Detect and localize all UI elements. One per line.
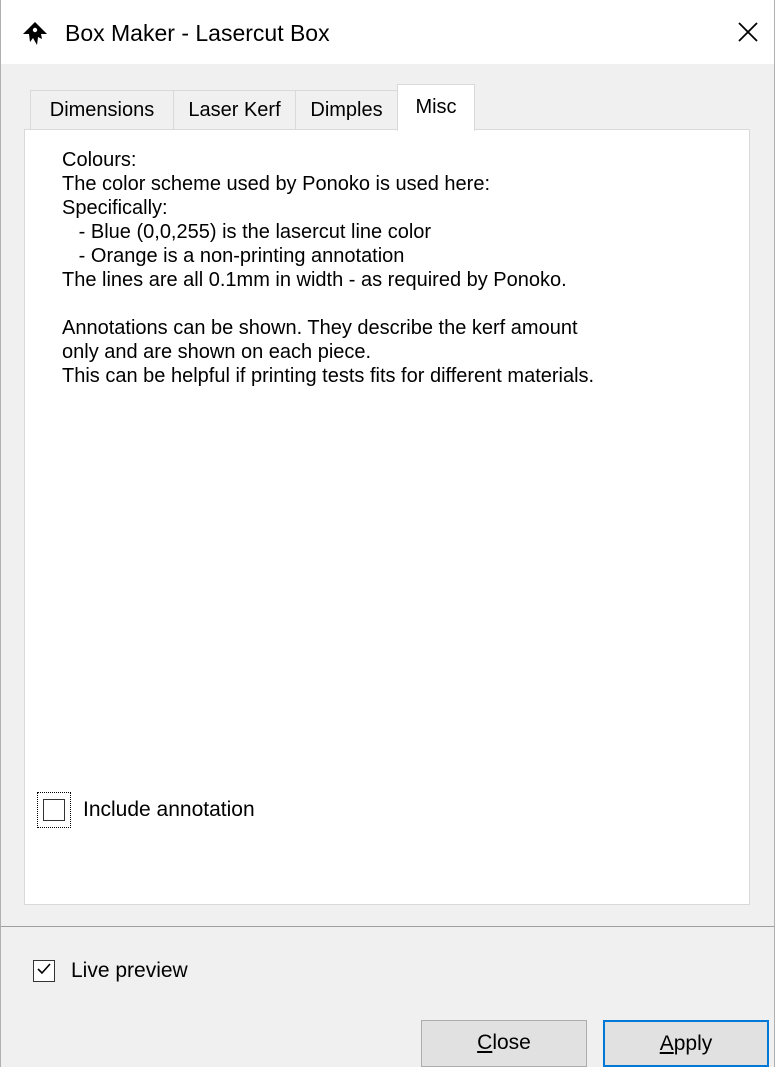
include-annotation-row[interactable]: Include annotation xyxy=(37,790,255,830)
desc-line xyxy=(62,292,742,316)
include-annotation-checkbox[interactable] xyxy=(43,799,65,821)
desc-line: only and are shown on each piece. xyxy=(62,341,372,363)
dialog-window: Box Maker - Lasercut Box Dimensions Lase… xyxy=(0,0,775,1067)
misc-description: Colours: The color scheme used by Ponoko… xyxy=(62,148,742,388)
live-preview-row[interactable]: Live preview xyxy=(33,954,188,988)
focus-indicator xyxy=(37,792,71,828)
footer-separator xyxy=(1,926,774,927)
close-mnemonic: C xyxy=(477,1031,493,1054)
misc-panel: Colours: The color scheme used by Ponoko… xyxy=(24,129,750,905)
apply-mnemonic: A xyxy=(659,1032,674,1055)
apply-label-rest: pply xyxy=(673,1032,713,1055)
desc-line: Colours: xyxy=(62,149,137,171)
tab-laser-kerf[interactable]: Laser Kerf xyxy=(173,90,296,130)
checkmark-icon xyxy=(35,960,53,983)
desc-line: The color scheme used by Ponoko is used … xyxy=(62,173,491,195)
title-bar: Box Maker - Lasercut Box xyxy=(1,0,774,64)
window-title: Box Maker - Lasercut Box xyxy=(65,20,330,46)
include-annotation-label[interactable]: Include annotation xyxy=(83,798,255,822)
tab-misc[interactable]: Misc xyxy=(397,84,475,131)
close-icon[interactable] xyxy=(726,10,770,54)
live-preview-checkbox[interactable] xyxy=(33,960,55,982)
desc-line: Annotations can be shown. They describe … xyxy=(62,317,578,339)
apply-button[interactable]: Apply xyxy=(603,1020,769,1067)
desc-line: - Orange is a non-printing annotation xyxy=(62,245,405,267)
live-preview-label[interactable]: Live preview xyxy=(71,959,188,983)
desc-line: - Blue (0,0,255) is the lasercut line co… xyxy=(62,221,432,243)
desc-line: This can be helpful if printing tests fi… xyxy=(62,365,595,387)
tab-dimples[interactable]: Dimples xyxy=(295,90,398,130)
close-button[interactable]: Close xyxy=(421,1020,587,1067)
close-label-rest: lose xyxy=(492,1031,531,1054)
tab-dimensions[interactable]: Dimensions xyxy=(30,90,174,130)
inkscape-icon xyxy=(21,20,49,48)
desc-line: The lines are all 0.1mm in width - as re… xyxy=(62,269,567,291)
desc-line: Specifically: xyxy=(62,197,168,219)
